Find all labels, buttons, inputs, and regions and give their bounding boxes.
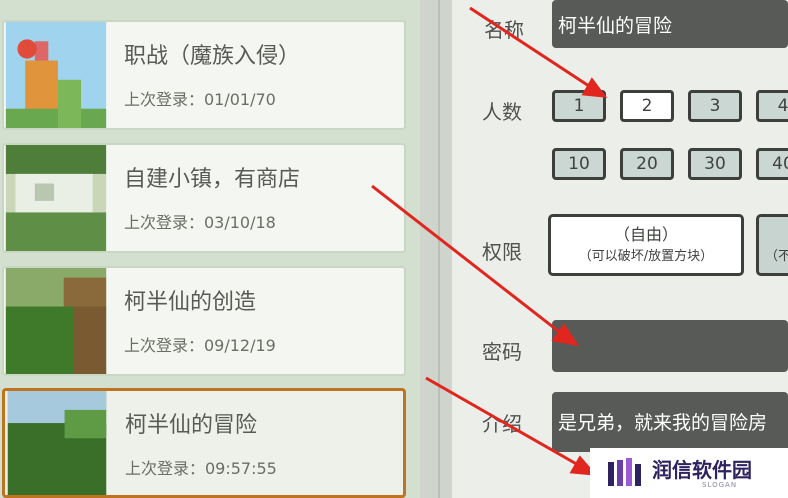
watermark-name: 润信软件园 [652, 458, 752, 482]
watermark-slogan: SLOGAN [702, 481, 738, 489]
arrow-line [371, 184, 563, 336]
arrow-head [581, 77, 608, 98]
brand-logo-icon [608, 458, 641, 486]
watermark: 润信软件园 SLOGAN [590, 448, 788, 498]
annotation-arrows [371, 6, 608, 476]
arrow-line [469, 6, 593, 90]
arrow-line [425, 376, 581, 468]
